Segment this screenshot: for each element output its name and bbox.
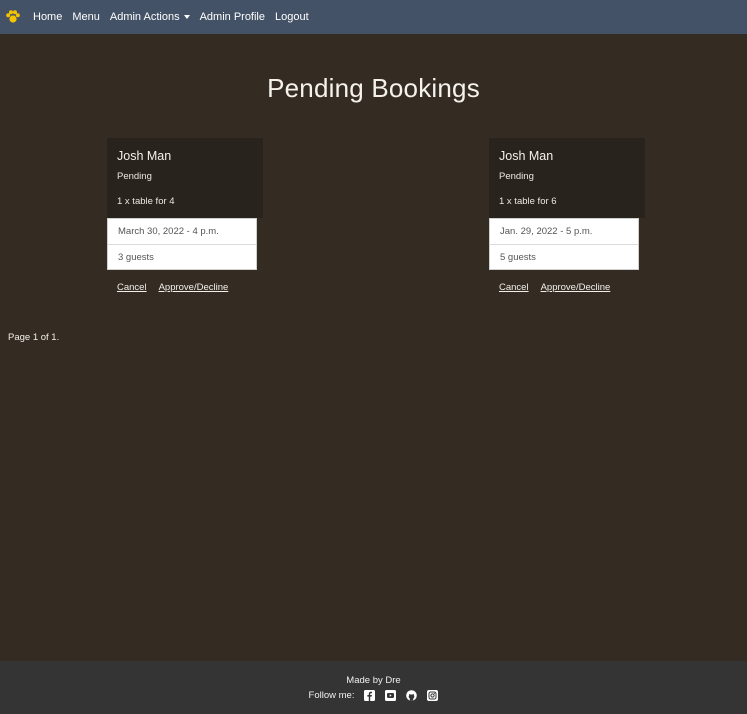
- paw-icon[interactable]: [5, 9, 21, 25]
- nav-logout[interactable]: Logout: [275, 11, 309, 23]
- nav-home[interactable]: Home: [33, 11, 62, 23]
- booking-status: Pending: [117, 171, 152, 182]
- approve-decline-link[interactable]: Approve/Decline: [159, 282, 229, 293]
- caret-down-icon: [183, 15, 190, 19]
- nav-admin-actions-dropdown[interactable]: Admin Actions: [110, 11, 190, 23]
- nav-admin-actions-label: Admin Actions: [109, 11, 180, 23]
- cancel-link[interactable]: Cancel: [117, 282, 147, 293]
- booking-name: Josh Man: [499, 149, 554, 163]
- booking-details-list: Jan. 29, 2022 - 5 p.m. 5 guests: [489, 218, 639, 270]
- page-title: Pending Bookings: [267, 73, 480, 103]
- booking-actions: Cancel Approve/Decline: [489, 282, 645, 293]
- booking-details-list: March 30, 2022 - 4 p.m. 3 guests: [107, 218, 257, 270]
- booking-actions: Cancel Approve/Decline: [107, 282, 263, 293]
- booking-datetime: March 30, 2022 - 4 p.m.: [118, 226, 219, 237]
- cancel-link[interactable]: Cancel: [499, 282, 529, 293]
- booking-table: 1 x table for 6: [499, 196, 557, 207]
- booking-table: 1 x table for 4: [117, 196, 175, 207]
- booking-guests: 3 guests: [108, 244, 256, 269]
- instagram-icon[interactable]: [427, 690, 439, 701]
- footer-credit: Made by Dre: [346, 675, 401, 686]
- booking-guests: 5 guests: [490, 244, 638, 269]
- youtube-icon[interactable]: [385, 690, 397, 701]
- booking-status: Pending: [499, 171, 534, 182]
- follow-row: Follow me:: [0, 690, 747, 701]
- booking-card: Josh Man Pending 1 x table for 4 March 3…: [107, 138, 263, 293]
- nav-admin-profile[interactable]: Admin Profile: [200, 11, 265, 23]
- approve-decline-link[interactable]: Approve/Decline: [541, 282, 611, 293]
- booking-card-header: Josh Man Pending 1 x table for 4: [107, 138, 263, 218]
- nav-menu[interactable]: Menu: [72, 11, 100, 23]
- navbar: Home Menu Admin Actions Admin Profile Lo…: [0, 0, 747, 34]
- github-icon[interactable]: [406, 690, 418, 701]
- follow-label: Follow me:: [308, 690, 355, 701]
- footer: Made by Dre Follow me:: [0, 661, 747, 714]
- pagination-text: Page 1 of 1.: [8, 332, 60, 343]
- booking-card-header: Josh Man Pending 1 x table for 6: [489, 138, 645, 218]
- booking-name: Josh Man: [117, 149, 172, 163]
- facebook-icon[interactable]: [364, 690, 376, 701]
- booking-card: Josh Man Pending 1 x table for 6 Jan. 29…: [489, 138, 645, 293]
- booking-datetime: Jan. 29, 2022 - 5 p.m.: [500, 226, 593, 237]
